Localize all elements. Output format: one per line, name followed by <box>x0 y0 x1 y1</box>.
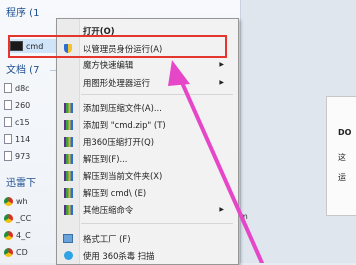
document-item[interactable]: 260 <box>4 98 58 112</box>
archive-icon <box>63 119 73 130</box>
xunlei-item-label: wh <box>16 196 28 206</box>
xunlei-item[interactable]: wh <box>4 194 58 208</box>
document-item[interactable]: 973 <box>4 149 58 163</box>
document-icon <box>4 100 12 110</box>
archive-icon <box>63 102 73 113</box>
xunlei-item-label: _CC <box>16 213 32 223</box>
document-icon <box>4 83 12 93</box>
menu-item-format-factory[interactable]: 格式工厂 (F) <box>57 231 238 246</box>
window-text-do: DO <box>338 128 352 137</box>
archive-icon <box>63 170 73 181</box>
menu-item-extract-here[interactable]: 解压到当前文件夹(X) <box>57 168 238 183</box>
menu-item-label: 添加到压缩文件(A)... <box>83 102 162 113</box>
archive-icon <box>63 204 73 215</box>
document-icon <box>4 117 12 127</box>
group-programs-header: 程序 (1 <box>6 8 40 19</box>
chrome-icon <box>4 213 13 223</box>
document-label: 260 <box>15 100 31 110</box>
submenu-arrow-icon: ▶ <box>219 61 224 68</box>
document-item[interactable]: c15 <box>4 115 58 129</box>
chrome-icon <box>4 230 13 240</box>
window-text-yun: 运 <box>338 173 346 182</box>
xunlei-item-label: CD <box>16 247 28 257</box>
menu-item-label: 使用 360杀毒 扫描 <box>83 250 155 261</box>
menu-item-label: 格式工厂 (F) <box>83 233 131 244</box>
menu-item-label: 解压到(F)... <box>83 153 128 164</box>
menu-item-other-compress[interactable]: 其他压缩命令 ▶ <box>57 202 238 217</box>
window-text-zhe: 这 <box>338 153 346 162</box>
menu-item-label: 解压到当前文件夹(X) <box>83 170 163 181</box>
menu-item-label: 其他压缩命令 <box>83 204 134 215</box>
xunlei-item[interactable]: 4_C <box>4 228 58 242</box>
highlight-box <box>8 35 227 58</box>
xunlei-item[interactable]: _CC <box>4 211 58 225</box>
menu-item-quick-edit[interactable]: 魔方快速编辑 ▶ <box>57 57 238 72</box>
document-label: d8c <box>15 83 30 93</box>
document-icon <box>4 134 12 144</box>
menu-item-label: 魔方快速编辑 <box>83 59 134 70</box>
document-label: 114 <box>15 134 31 144</box>
menu-separator <box>81 223 233 224</box>
menu-item-run-with-gpu[interactable]: 用图形处理器运行 ▶ <box>57 75 238 90</box>
archive-icon <box>63 153 73 164</box>
menu-item-label: 用360压缩打开(Q) <box>83 136 154 147</box>
archive-icon <box>63 136 73 147</box>
menu-item-label: 用图形处理器运行 <box>83 77 150 88</box>
menu-item-label: 解压到 cmd\ (E) <box>83 187 147 198</box>
document-label: c15 <box>15 117 30 127</box>
xunlei-item[interactable]: CD <box>4 245 58 259</box>
document-icon <box>4 151 12 161</box>
document-item[interactable]: d8c <box>4 81 58 95</box>
chrome-icon <box>4 196 13 206</box>
menu-item-open-with-360zip[interactable]: 用360压缩打开(Q) <box>57 134 238 149</box>
document-item[interactable]: 114 <box>4 132 58 146</box>
menu-item-label: 添加到 "cmd.zip" (T) <box>83 119 166 130</box>
document-label: 973 <box>15 151 31 161</box>
antivirus-icon <box>63 251 73 260</box>
menu-item-360-scan[interactable]: 使用 360杀毒 扫描 <box>57 248 238 263</box>
menu-item-extract-to[interactable]: 解压到(F)... <box>57 151 238 166</box>
archive-icon <box>63 187 73 198</box>
chrome-icon <box>4 247 13 257</box>
menu-item-add-to-zip[interactable]: 添加到 "cmd.zip" (T) <box>57 117 238 132</box>
submenu-arrow-icon: ▶ <box>219 206 224 213</box>
group-documents-header: 文档 (7 <box>6 65 40 76</box>
xunlei-item-label: 4_C <box>16 230 31 240</box>
format-factory-icon <box>63 234 73 243</box>
background-text-m: m <box>240 212 248 221</box>
submenu-arrow-icon: ▶ <box>219 79 224 86</box>
group-xunlei-header: 迅雷下 <box>6 178 36 189</box>
menu-item-add-to-archive[interactable]: 添加到压缩文件(A)... <box>57 100 238 115</box>
menu-item-extract-to-cmd[interactable]: 解压到 cmd\ (E) <box>57 185 238 200</box>
menu-separator <box>81 94 233 95</box>
